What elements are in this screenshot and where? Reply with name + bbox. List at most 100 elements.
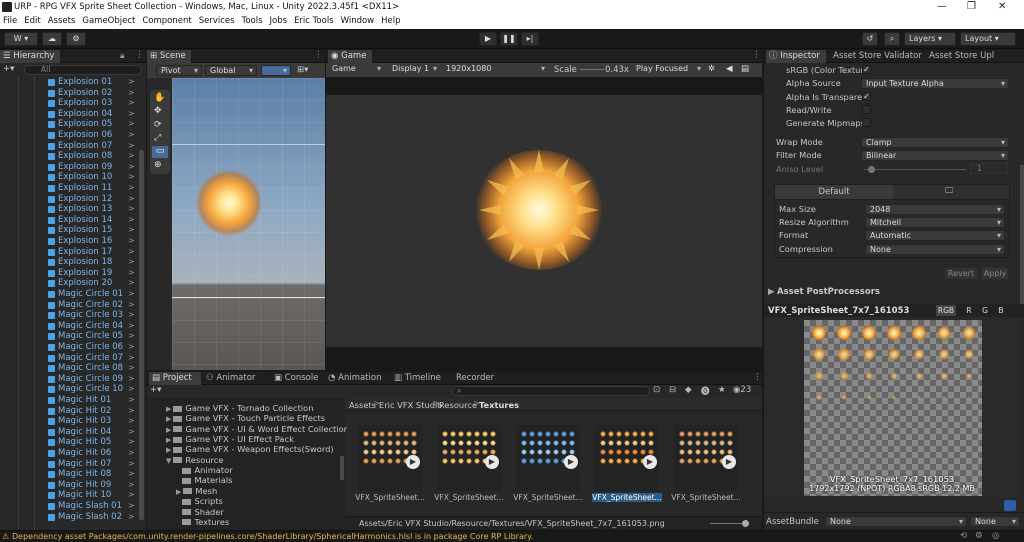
- hierarchy-item[interactable]: Magic Hit 03 >: [0, 416, 145, 427]
- chevron-right-icon[interactable]: >: [128, 204, 135, 213]
- game-mode-dropdown[interactable]: Game: [328, 64, 384, 75]
- hierarchy-item[interactable]: Explosion 03 >: [0, 98, 145, 109]
- layers-dropdown[interactable]: Layers ▾: [904, 32, 956, 46]
- breadcrumb-item[interactable]: Textures: [479, 400, 519, 410]
- hierarchy-item[interactable]: Explosion 10 >: [0, 172, 145, 183]
- hierarchy-item[interactable]: Magic Hit 08 >: [0, 469, 145, 480]
- channel-b-button[interactable]: B: [994, 305, 1008, 316]
- chevron-right-icon[interactable]: >: [128, 257, 135, 266]
- format-dropdown[interactable]: Automatic: [865, 230, 1005, 241]
- chevron-right-icon[interactable]: >: [128, 459, 135, 468]
- chevron-right-icon[interactable]: >: [128, 172, 135, 181]
- play-mode-dropdown[interactable]: Play Focused: [632, 64, 704, 75]
- hierarchy-search-input[interactable]: All: [24, 65, 142, 75]
- add-icon[interactable]: +▾: [3, 64, 14, 74]
- hierarchy-item[interactable]: Magic Slash 02 >: [0, 512, 145, 523]
- rotate-tool-icon[interactable]: ⟳: [154, 120, 162, 130]
- search-by-type-icon[interactable]: ⊡: [653, 385, 660, 395]
- hierarchy-item[interactable]: Explosion 17 >: [0, 247, 145, 258]
- chevron-right-icon[interactable]: >: [128, 480, 135, 489]
- hierarchy-item[interactable]: Explosion 07 >: [0, 141, 145, 152]
- asset-thumbnail[interactable]: ▶: [595, 425, 659, 491]
- hierarchy-item[interactable]: Explosion 01 >: [0, 77, 145, 88]
- hierarchy-item[interactable]: Magic Hit 02 >: [0, 406, 145, 417]
- hierarchy-item[interactable]: Magic Hit 06 >: [0, 448, 145, 459]
- hierarchy-item[interactable]: Explosion 09 >: [0, 162, 145, 173]
- panel-menu-icon[interactable]: ⋮: [752, 50, 761, 60]
- project-folder-item[interactable]: Animator: [176, 465, 233, 475]
- minimize-icon[interactable]: —: [937, 1, 947, 12]
- tab-console[interactable]: ▣ Console: [271, 372, 323, 385]
- breadcrumb-item[interactable]: Assets: [349, 400, 376, 410]
- play-preview-icon[interactable]: ▶: [722, 455, 736, 469]
- hierarchy-item[interactable]: Magic Circle 01 >: [0, 289, 145, 300]
- chevron-right-icon[interactable]: >: [128, 406, 135, 415]
- play-preview-icon[interactable]: ▶: [406, 455, 420, 469]
- filter-mode-dropdown[interactable]: Bilinear: [861, 150, 1009, 161]
- chevron-right-icon[interactable]: ▶: [176, 488, 181, 496]
- move-tool-icon[interactable]: ✥: [154, 106, 162, 116]
- chevron-right-icon[interactable]: >: [128, 512, 135, 521]
- play-preview-icon[interactable]: ▶: [643, 455, 657, 469]
- hierarchy-item[interactable]: Explosion 02 >: [0, 88, 145, 99]
- play-button[interactable]: ▶: [479, 32, 497, 46]
- project-folder-item[interactable]: ▶ Game VFX - UI & Word Effect Collectior: [166, 424, 347, 434]
- tag-icon[interactable]: [1004, 500, 1016, 511]
- inspector-scrollbar[interactable]: [1020, 165, 1024, 305]
- display-dropdown[interactable]: Display 1: [388, 64, 440, 75]
- chevron-right-icon[interactable]: ▶: [166, 405, 171, 413]
- chevron-down-icon[interactable]: ▼: [166, 457, 171, 465]
- asset-label[interactable]: VFX_SpriteSheet...: [355, 493, 425, 502]
- chevron-right-icon[interactable]: >: [128, 416, 135, 425]
- chevron-right-icon[interactable]: >: [128, 310, 135, 319]
- chevron-right-icon[interactable]: >: [128, 247, 135, 256]
- hierarchy-item[interactable]: Magic Slash 01 >: [0, 501, 145, 512]
- asset-thumbnail[interactable]: ▶: [516, 425, 580, 491]
- mute-icon[interactable]: ◀︎: [726, 64, 733, 74]
- hierarchy-item[interactable]: Explosion 04 >: [0, 109, 145, 120]
- read-write-checkbox[interactable]: [862, 105, 871, 114]
- status-message[interactable]: Dependency asset Packages/com.unity.rend…: [12, 532, 533, 541]
- project-folder-item[interactable]: ▶ Game VFX - Tornado Collection: [166, 403, 314, 413]
- panel-menu-icon[interactable]: ⋮: [314, 50, 323, 60]
- menu-eric-tools[interactable]: Eric Tools: [291, 15, 338, 26]
- revert-button[interactable]: Revert: [944, 267, 978, 280]
- game-viewport[interactable]: [326, 95, 762, 347]
- assetbundle-variant-dropdown[interactable]: None: [970, 516, 1020, 527]
- chevron-right-icon[interactable]: >: [128, 448, 135, 457]
- hierarchy-item[interactable]: Magic Hit 05 >: [0, 437, 145, 448]
- chevron-right-icon[interactable]: >: [128, 162, 135, 171]
- hierarchy-item[interactable]: Explosion 15 >: [0, 225, 145, 236]
- folder-tree-scrollbar[interactable]: [340, 456, 344, 480]
- rect-tool-icon[interactable]: ▭: [152, 146, 168, 158]
- chevron-right-icon[interactable]: >: [128, 300, 135, 309]
- resolution-dropdown[interactable]: 1920x1080: [442, 64, 548, 75]
- hierarchy-item[interactable]: Magic Hit 01 >: [0, 395, 145, 406]
- chevron-right-icon[interactable]: >: [128, 130, 135, 139]
- tab-asset-store-upload[interactable]: Asset Store Upl: [926, 50, 1022, 63]
- status-indicator-icon[interactable]: ⚙: [975, 531, 983, 541]
- tab-timeline[interactable]: ▥ Timeline: [391, 372, 451, 385]
- aniso-level-input[interactable]: 1: [970, 163, 1008, 174]
- status-indicator-icon[interactable]: ⟲: [960, 531, 967, 541]
- chevron-right-icon[interactable]: >: [128, 151, 135, 160]
- asset-thumbnail[interactable]: ▶: [674, 425, 738, 491]
- close-icon[interactable]: ✕: [998, 1, 1006, 12]
- play-preview-icon[interactable]: ▶: [485, 455, 499, 469]
- chevron-right-icon[interactable]: [176, 477, 180, 485]
- tab-game[interactable]: ◉ Game: [328, 50, 372, 63]
- project-folder-item[interactable]: ▶ Mesh: [176, 486, 217, 496]
- alpha-source-dropdown[interactable]: Input Texture Alpha: [861, 78, 1009, 89]
- chevron-right-icon[interactable]: >: [128, 395, 135, 404]
- chevron-right-icon[interactable]: >: [128, 427, 135, 436]
- tab-recorder[interactable]: Recorder: [453, 372, 503, 385]
- hierarchy-item[interactable]: Magic Circle 07 >: [0, 353, 145, 364]
- chevron-right-icon[interactable]: >: [128, 278, 135, 287]
- chevron-right-icon[interactable]: >: [128, 88, 135, 97]
- assetbundle-dropdown[interactable]: None: [825, 516, 967, 527]
- collab-icon[interactable]: ⚙: [66, 32, 86, 46]
- chevron-right-icon[interactable]: >: [128, 289, 135, 298]
- menu-assets[interactable]: Assets: [45, 15, 80, 26]
- hierarchy-item[interactable]: Explosion 05 >: [0, 119, 145, 130]
- chevron-right-icon[interactable]: >: [128, 215, 135, 224]
